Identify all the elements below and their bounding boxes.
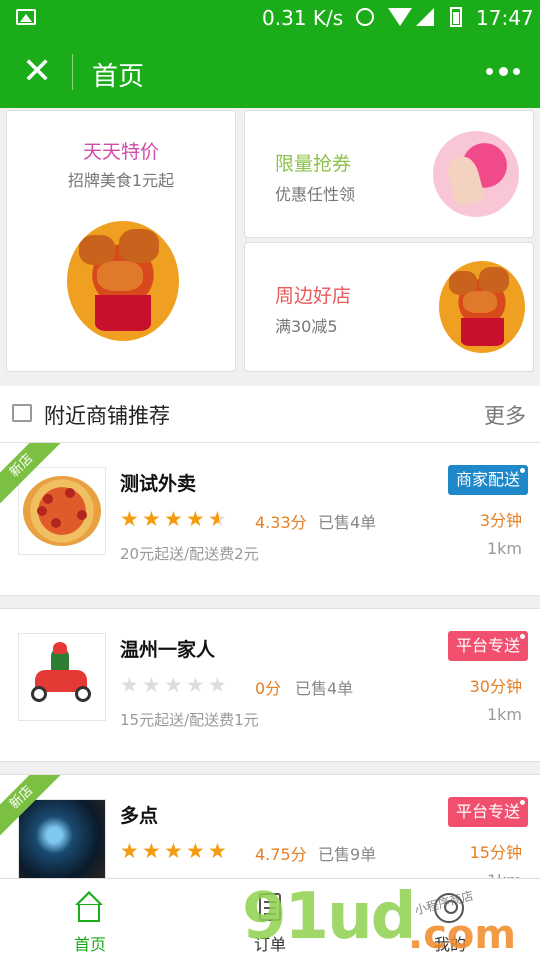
tunnel-image [19, 800, 105, 886]
promo-title: 限量抢券 [275, 153, 352, 175]
star-icon: ★ [164, 673, 183, 697]
clock: 17:47 [476, 6, 534, 30]
home-icon [72, 891, 106, 925]
network-speed: 0.31 K/s [262, 6, 344, 30]
order-icon [252, 891, 286, 925]
promo-coupon[interactable]: 限量抢券 优惠任性领 [244, 110, 534, 238]
star-icon: ★ [164, 507, 183, 531]
more-icon[interactable] [486, 62, 520, 82]
star-icon: ★ [120, 839, 139, 863]
tab-home[interactable]: 首页 [0, 879, 180, 961]
shop-card[interactable]: 温州一家人 ★ ★ ★ ★ ★ 0分 已售4单 15元起送/配送费1元 平台专送 30分… [0, 608, 540, 762]
promo-daily-special[interactable]: 天天特价 招牌美食1元起 [6, 110, 236, 372]
shop-distance: 1km [486, 539, 522, 558]
tab-label: 我的 [433, 935, 466, 954]
shop-card[interactable]: 新店 测试外卖 ★ ★ ★ ★ ★ 4.33分 已售4单 20元起送/配送费2元 商家配… [0, 442, 540, 596]
shop-fee: 20元起送/配送费2元 [120, 545, 259, 563]
promo-nearby-shops[interactable]: 周边好店 满30减5 [244, 242, 534, 372]
rating-stars: ★ ★ ★ ★ ★ [120, 839, 230, 863]
star-icon: ★ [120, 507, 139, 531]
title-divider [72, 54, 73, 90]
tab-orders[interactable]: 订单 [180, 879, 360, 961]
star-icon: ★ [186, 839, 205, 863]
signal-icon [416, 8, 434, 26]
star-icon: ★ [208, 839, 227, 863]
shop-score: 4.33分 [255, 513, 307, 532]
star-icon: ★ [142, 839, 161, 863]
store-icon [12, 404, 32, 422]
star-icon: ★ [208, 507, 230, 531]
user-icon [432, 891, 466, 925]
tab-profile[interactable]: 我的 [360, 879, 540, 961]
delivery-badge: 平台专送 [447, 631, 528, 661]
tab-label: 订单 [253, 935, 286, 954]
delivery-label: 平台专送 [455, 802, 520, 821]
shop-sold: 已售4单 [318, 513, 377, 532]
promo-section: 天天特价 招牌美食1元起 限量抢券 优惠任性领 周边好店 满30减5 [0, 108, 540, 384]
star-icon: ★ [164, 839, 183, 863]
page-title: 首页 [92, 62, 145, 92]
nail-art-image [433, 131, 519, 217]
tab-label: 首页 [73, 935, 106, 954]
promo-title: 天天特价 [82, 141, 159, 163]
status-bar: 0.31 K/s 17:47 [0, 0, 540, 36]
shop-sold: 已售9单 [318, 845, 377, 864]
battery-icon [450, 7, 462, 27]
delivery-time: 30分钟 [469, 677, 522, 696]
promo-subtitle: 满30减5 [275, 317, 338, 336]
shop-score: 0分 [255, 679, 282, 698]
gallery-icon [16, 9, 36, 25]
shop-name: 测试外卖 [120, 473, 197, 495]
fried-chicken-image [67, 221, 179, 341]
fried-chicken-image [439, 261, 525, 353]
star-icon: ★ [208, 673, 227, 697]
wifi-icon [388, 8, 412, 26]
delivery-label: 平台专送 [455, 636, 520, 655]
delivery-badge: 平台专送 [447, 797, 528, 827]
promo-title: 周边好店 [275, 285, 352, 307]
delivery-label: 商家配送 [455, 470, 520, 489]
delivery-time: 15分钟 [469, 843, 522, 862]
shop-thumbnail [18, 799, 106, 887]
star-icon: ★ [186, 507, 205, 531]
shop-distance: 1km [486, 705, 522, 724]
star-icon: ★ [142, 673, 161, 697]
shop-score: 4.75分 [255, 845, 307, 864]
nearby-shops-header: 附近商铺推荐 更多 [0, 386, 540, 443]
rating-stars: ★ ★ ★ ★ ★ [120, 507, 230, 531]
shop-fee: 15元起送/配送费1元 [120, 711, 259, 729]
shop-sold: 已售4单 [295, 679, 354, 698]
delivery-badge: 商家配送 [447, 465, 528, 495]
pizza-image [23, 476, 101, 546]
alarm-icon [356, 8, 374, 26]
shop-thumbnail [18, 633, 106, 721]
shop-thumbnail [18, 467, 106, 555]
close-icon[interactable]: ✕ [22, 52, 52, 92]
more-link[interactable]: 更多 [484, 400, 526, 430]
star-icon: ★ [186, 673, 205, 697]
section-title: 附近商铺推荐 [44, 404, 170, 428]
star-icon: ★ [120, 673, 139, 697]
promo-subtitle: 优惠任性领 [275, 185, 356, 204]
promo-subtitle: 招牌美食1元起 [67, 171, 175, 190]
shop-name: 温州一家人 [120, 639, 216, 661]
shop-name: 多点 [120, 805, 159, 827]
title-bar: ✕ 首页 [0, 36, 540, 108]
star-icon: ★ [142, 507, 161, 531]
delivery-time: 3分钟 [479, 511, 522, 530]
delivery-scooter-image [29, 642, 95, 708]
rating-stars: ★ ★ ★ ★ ★ [120, 673, 230, 697]
bottom-tab-bar: 首页 订单 我的 [0, 878, 540, 961]
